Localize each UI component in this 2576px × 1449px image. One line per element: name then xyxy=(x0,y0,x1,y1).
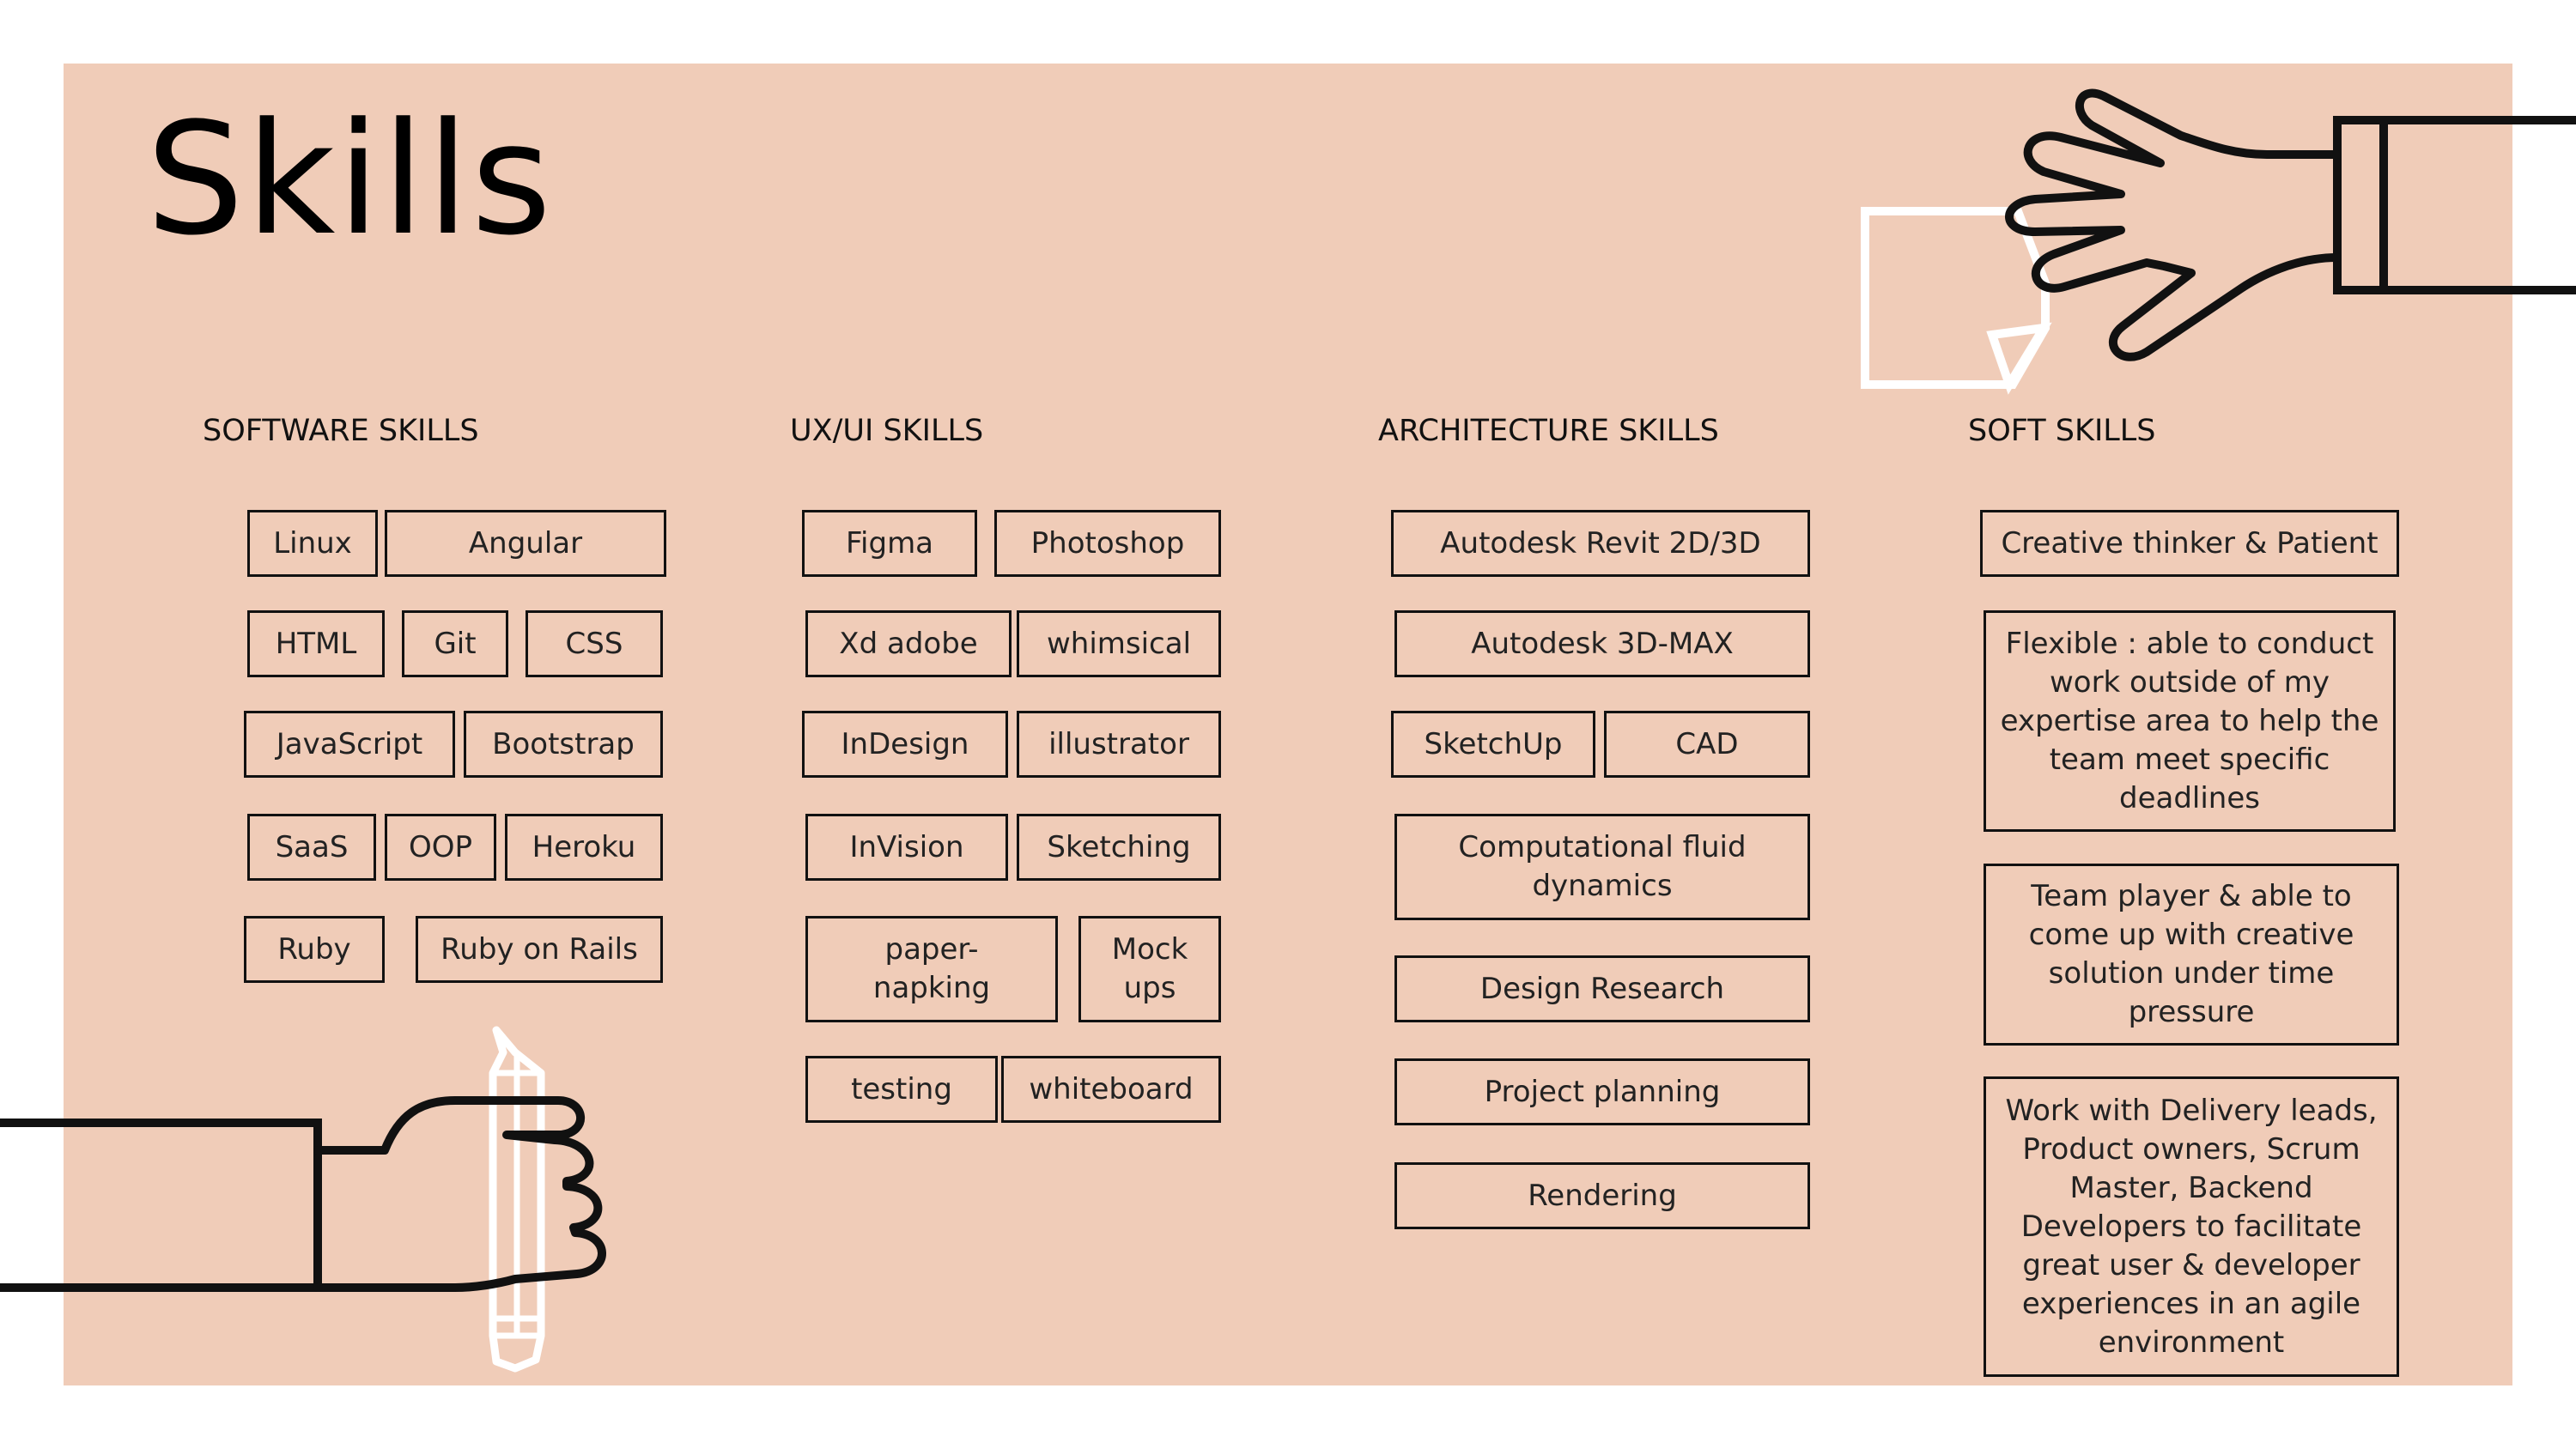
skill-tag: HTML xyxy=(247,610,385,677)
skill-tag: OOP xyxy=(385,814,496,881)
skill-tag: Photoshop xyxy=(994,510,1221,577)
skill-tag: Git xyxy=(402,610,508,677)
skill-tag: illustrator xyxy=(1017,711,1221,778)
skill-tag: Autodesk Revit 2D/3D xyxy=(1391,510,1810,577)
skill-tag: CSS xyxy=(526,610,663,677)
skill-tag: Project planning xyxy=(1394,1058,1810,1125)
skill-tag: Angular xyxy=(385,510,666,577)
software-skills-heading: SOFTWARE SKILLS xyxy=(203,414,479,448)
skill-tag: SketchUp xyxy=(1391,711,1595,778)
skill-tag: Rendering xyxy=(1394,1162,1810,1229)
skill-tag: CAD xyxy=(1604,711,1810,778)
skill-tag: Ruby xyxy=(244,916,385,983)
skill-tag: Creative thinker & Patient xyxy=(1980,510,2399,577)
soft-skills-heading: SOFT SKILLS xyxy=(1968,414,2156,448)
skill-tag: InDesign xyxy=(802,711,1008,778)
skill-tag: SaaS xyxy=(247,814,376,881)
hand-holding-pencil-icon xyxy=(0,1026,606,1373)
skill-tag: Sketching xyxy=(1017,814,1221,881)
architecture-skills-heading: ARCHITECTURE SKILLS xyxy=(1378,414,1719,448)
skill-tag: whiteboard xyxy=(1001,1056,1221,1123)
page-title: Skills xyxy=(146,90,554,270)
skill-tag: Xd adobe xyxy=(805,610,1012,677)
skill-tag: Mock ups xyxy=(1078,916,1221,1022)
skill-tag: Bootstrap xyxy=(464,711,663,778)
skill-tag: JavaScript xyxy=(244,711,455,778)
skill-tag: testing xyxy=(805,1056,998,1123)
skill-tag: Figma xyxy=(802,510,977,577)
skill-tag: Linux xyxy=(247,510,378,577)
skill-tag: Team player & able to come up with creat… xyxy=(1984,864,2399,1046)
uxui-skills-heading: UX/UI SKILLS xyxy=(790,414,984,448)
skill-tag: whimsical xyxy=(1017,610,1221,677)
skill-tag: Flexible : able to conduct work outside … xyxy=(1984,610,2396,832)
skill-tag: Design Research xyxy=(1394,955,1810,1022)
skill-tag: Work with Delivery leads, Product owners… xyxy=(1984,1076,2399,1377)
skill-tag: Heroku xyxy=(505,814,663,881)
skill-tag: Autodesk 3D-MAX xyxy=(1394,610,1810,677)
skill-tag: InVision xyxy=(805,814,1008,881)
skill-tag: Computational fluid dynamics xyxy=(1394,814,1810,920)
hand-with-sticky-note-icon xyxy=(1861,88,2576,395)
skill-tag: paper-napking xyxy=(805,916,1058,1022)
skill-tag: Ruby on Rails xyxy=(416,916,663,983)
